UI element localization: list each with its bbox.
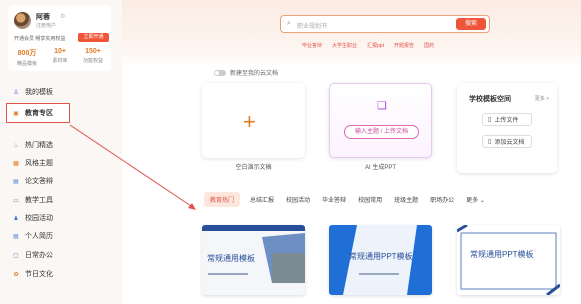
plus-icon: + [243,109,256,134]
hot-tag[interactable]: 大学生职业 [332,42,357,49]
search-button[interactable]: 搜索 [456,18,486,30]
hot-tag[interactable]: 汇报ppt [367,42,384,49]
tab-graduation[interactable]: 毕业答辩 [322,195,346,204]
sidebar-item-campus[interactable]: ♟ 校园活动 [0,210,122,226]
sidebar-item-style[interactable]: ▦ 风格主题 [0,155,122,171]
main-content: ⌕ 职业规划书 搜索 毕业答辩 大学生职业 汇报ppt 开题报告 国药 新建至我… [122,0,581,304]
sidebar-item-teaching[interactable]: ▭ 教学工具 [0,192,122,208]
ai-generate-card[interactable]: ❏ 输入主题 / 上传文档 [329,83,432,158]
ai-document-icon: ❏ [377,100,387,112]
thumbnail-title: 常规通用PPT模板 [470,250,534,259]
sidebar-item-office[interactable]: ▢ 日常办公 [0,247,122,263]
hot-tag[interactable]: 开题报告 [394,42,414,49]
category-tabs: 教育热门 总结汇报 校园活动 毕业答辩 校园常用 班级主题 职场办公 更多 ⌄ [204,192,497,207]
hero-banner: ⌕ 职业规划书 搜索 毕业答辩 大学生职业 汇报ppt 开题报告 国药 [122,0,581,68]
thesis-icon: ▤ [13,178,19,185]
search-icon: ⌕ [287,20,291,27]
avatar[interactable] [14,12,31,29]
template-thumbnail[interactable]: 常规通用模板 [202,225,305,295]
thumbnail-title: 常规通用PPT模板 [349,252,413,261]
school-template-space: 学校模板空间 更多 > ▯ 上传文件 ▯ 添加云文档 [457,83,557,173]
vip-promo-text: 开通会员 畅享实用权益 [14,36,66,42]
ai-input-button[interactable]: 输入主题 / 上传文档 [344,125,419,139]
style-icon: ▦ [13,160,19,167]
school-more-link[interactable]: 更多 > [535,95,549,102]
vip-open-button[interactable]: 立即开通 [78,33,109,42]
user-status: 注册用户 [36,23,57,29]
upload-file-button[interactable]: ▯ 上传文件 [482,113,532,126]
campus-icon: ♟ [13,215,19,222]
search-input[interactable]: 职业规划书 [297,21,327,30]
hot-tag[interactable]: 国药 [424,42,434,49]
sidebar: 阿蓉 ⚙ 注册用户 开通会员 畅享实用权益 立即开通 800万 精品模板 10+… [0,0,122,304]
ai-generate-caption: AI 生成PPT [364,165,396,171]
file-icon: ▯ [488,117,492,123]
cloud-doc-icon: ▯ [488,139,492,145]
tab-education-hot[interactable]: 教育热门 [204,192,241,207]
sidebar-item-my-templates[interactable]: ♙ 我的模板 [0,84,122,100]
search-bar[interactable]: ⌕ 职业规划书 搜索 [280,15,490,33]
template-thumbnail[interactable]: 常规通用PPT模板 [329,225,432,295]
school-space-title: 学校模板空间 [469,96,511,103]
hot-tag[interactable]: 毕业答辩 [302,42,322,49]
teaching-icon: ▭ [13,197,19,204]
user-name: 阿蓉 [36,14,50,21]
education-icon: ▣ [13,110,19,117]
stat-benefits[interactable]: 150+ 功能权益 [78,48,108,64]
tab-class-theme[interactable]: 班级主题 [394,195,418,204]
template-thumbnail[interactable]: 常规通用PPT模板 [457,225,560,295]
sidebar-item-festival[interactable]: ✿ 节日文化 [0,266,122,282]
thumbnail-art [457,225,560,295]
tab-summary[interactable]: 总结汇报 [250,195,274,204]
sidebar-item-hot[interactable]: ♨ 热门精选 [0,137,122,153]
office-icon: ▢ [13,252,19,259]
toggle-switch[interactable] [214,69,226,76]
tab-campus-common[interactable]: 校园常用 [358,195,382,204]
thumbnail-title: 常规通用模板 [207,254,255,263]
stat-materials[interactable]: 10+ 素材库 [45,48,75,64]
stat-templates[interactable]: 800万 精品模板 [12,48,42,67]
tab-campus-activity[interactable]: 校园活动 [286,195,310,204]
hot-search-tags: 毕业答辩 大学生职业 汇报ppt 开题报告 国药 [302,42,434,49]
sidebar-item-education[interactable]: ▣ 教育专区 [6,103,70,123]
tab-more[interactable]: 更多 ⌄ [466,195,485,204]
tab-workplace[interactable]: 职场办公 [430,195,454,204]
festival-icon: ✿ [13,271,19,278]
sidebar-item-thesis[interactable]: ▤ 论文答辩 [0,173,122,189]
hot-icon: ♨ [13,142,19,149]
user-icon: ♙ [13,89,19,96]
blank-presentation-card[interactable]: + [202,83,305,158]
add-cloud-doc-button[interactable]: ▯ 添加云文档 [482,135,532,148]
settings-icon[interactable]: ⚙ [60,13,65,20]
cloud-save-toggle[interactable]: 新建至我的云文档 [214,68,278,77]
resume-icon: ▤ [13,233,19,240]
blank-presentation-caption: 空白演示文稿 [235,165,272,171]
sidebar-item-resume[interactable]: ▤ 个人简历 [0,228,122,244]
user-card: 阿蓉 ⚙ 注册用户 开通会员 畅享实用权益 立即开通 800万 精品模板 10+… [8,5,111,71]
